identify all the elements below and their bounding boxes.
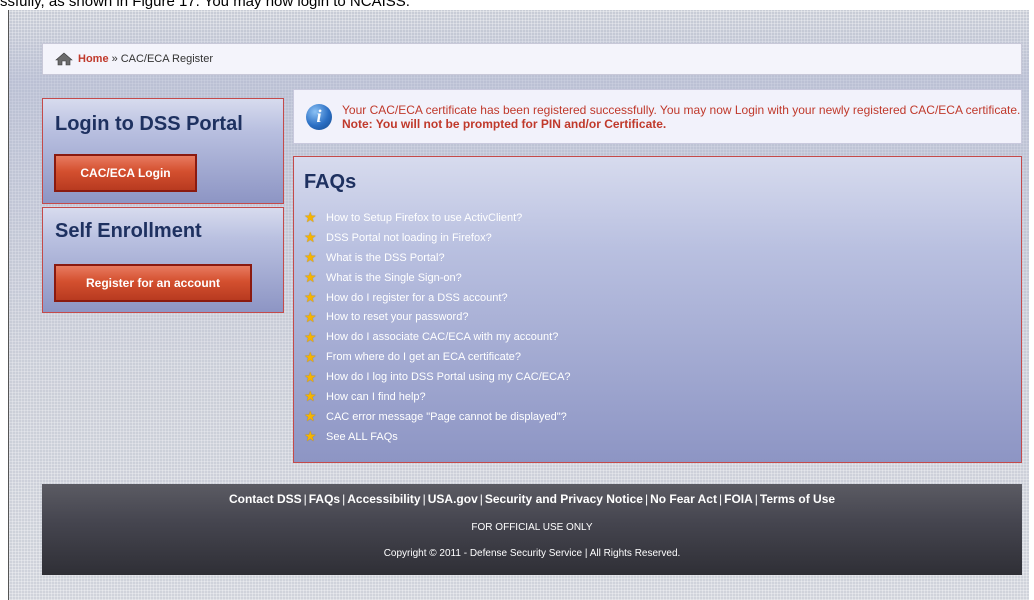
faq-link[interactable]: What is the DSS Portal?	[326, 252, 445, 264]
footer-link-terms-of-use[interactable]: Terms of Use	[760, 492, 835, 506]
faq-item[interactable]: ★ From where do I get an ECA certificate?	[304, 347, 571, 367]
star-icon: ★	[304, 348, 317, 365]
star-icon: ★	[304, 408, 317, 425]
faq-link[interactable]: How to reset your password?	[326, 311, 468, 323]
star-icon: ★	[304, 229, 317, 246]
alert-note: Note: You will not be prompted for PIN a…	[342, 116, 667, 131]
breadcrumb-home-link[interactable]: Home	[78, 53, 109, 65]
faq-title: FAQs	[304, 171, 357, 193]
faq-item[interactable]: ★ How to Setup Firefox to use ActivClient…	[304, 208, 571, 228]
faq-item[interactable]: ★ How do I register for a DSS account?	[304, 288, 571, 308]
footer-link-faqs[interactable]: FAQs	[309, 492, 340, 506]
star-icon: ★	[304, 388, 317, 405]
star-icon: ★	[304, 368, 317, 385]
login-panel: Login to DSS Portal CAC/ECA Login	[42, 98, 284, 204]
footer-copyright: Copyright © 2011 - Defense Security Serv…	[383, 548, 681, 559]
faq-item[interactable]: ★ How do I log into DSS Portal using my C…	[304, 367, 571, 387]
faq-panel: FAQs ★ How to Setup Firefox to use ActivC…	[293, 156, 1022, 463]
footer-link-accessibility[interactable]: Accessibility	[347, 492, 420, 506]
star-icon: ★	[304, 249, 317, 266]
alert-message: Your CAC/ECA certificate has been regist…	[342, 102, 1021, 117]
login-panel-title: Login to DSS Portal	[55, 113, 243, 135]
faq-link[interactable]: CAC error message "Page cannot be displa…	[326, 411, 567, 423]
faq-link[interactable]: How do I register for a DSS account?	[326, 292, 508, 304]
info-icon: i	[306, 103, 332, 130]
faq-item[interactable]: ★ What is the DSS Portal?	[304, 248, 571, 268]
faq-link[interactable]: What is the Single Sign-on?	[326, 272, 462, 284]
breadcrumb-separator: »	[111, 53, 118, 65]
faq-link[interactable]: How to Setup Firefox to use ActivClient?	[326, 212, 522, 224]
faq-item[interactable]: ★ See ALL FAQs	[304, 427, 571, 447]
star-icon: ★	[304, 269, 317, 286]
faq-item[interactable]: ★ How do I associate CAC/ECA with my acco…	[304, 327, 571, 347]
faq-item[interactable]: ★ How can I find help?	[304, 387, 571, 407]
self-enrollment-panel: Self Enrollment Register for an account	[42, 207, 284, 313]
faq-list: ★ How to Setup Firefox to use ActivClient…	[304, 208, 571, 447]
faq-link[interactable]: How do I log into DSS Portal using my CA…	[326, 371, 571, 383]
breadcrumb: Home » CAC/ECA Register	[42, 43, 1022, 75]
footer-fouo: FOR OFFICIAL USE ONLY	[471, 522, 593, 533]
faq-link-see-all[interactable]: See ALL FAQs	[326, 431, 398, 443]
faq-link[interactable]: From where do I get an ECA certificate?	[326, 351, 521, 363]
portal-screenshot: Home » CAC/ECA Register Login to DSS Por…	[8, 10, 1029, 600]
success-alert: i Your CAC/ECA certificate has been regi…	[293, 89, 1022, 144]
breadcrumb-current: CAC/ECA Register	[120, 53, 213, 65]
footer-link-foia[interactable]: FOIA	[724, 492, 753, 506]
register-account-button[interactable]: Register for an account	[54, 264, 252, 302]
faq-item[interactable]: ★ DSS Portal not loading in Firefox?	[304, 228, 571, 248]
footer-link-usa-gov[interactable]: USA.gov	[428, 492, 478, 506]
cac-eca-login-button[interactable]: CAC/ECA Login	[54, 154, 197, 192]
star-icon: ★	[304, 328, 317, 345]
faq-item[interactable]: ★ How to reset your password?	[304, 307, 571, 327]
footer-link-security-privacy[interactable]: Security and Privacy Notice	[485, 492, 643, 506]
alert-text: Your CAC/ECA certificate has been regist…	[342, 103, 1021, 131]
faq-link[interactable]: How can I find help?	[326, 391, 426, 403]
star-icon: ★	[304, 289, 317, 305]
faq-link[interactable]: DSS Portal not loading in Firefox?	[326, 232, 492, 244]
home-icon	[55, 52, 73, 66]
footer-links: Contact DSS | FAQs | Accessibility | USA.gov | S…	[228, 492, 836, 506]
faq-item[interactable]: ★ What is the Single Sign-on?	[304, 268, 571, 288]
faq-item[interactable]: ★ CAC error message "Page cannot be displ…	[304, 407, 571, 427]
faq-link[interactable]: How do I associate CAC/ECA with my accou…	[326, 331, 558, 343]
footer-link-no-fear-act[interactable]: No Fear Act	[650, 492, 717, 506]
self-enrollment-title: Self Enrollment	[55, 220, 202, 242]
star-icon: ★	[304, 428, 317, 445]
footer: Contact DSS | FAQs | Accessibility | USA.gov | S…	[42, 484, 1022, 575]
star-icon: ★	[304, 308, 317, 325]
footer-link-contact-dss[interactable]: Contact DSS	[229, 492, 302, 506]
star-icon: ★	[304, 209, 317, 226]
